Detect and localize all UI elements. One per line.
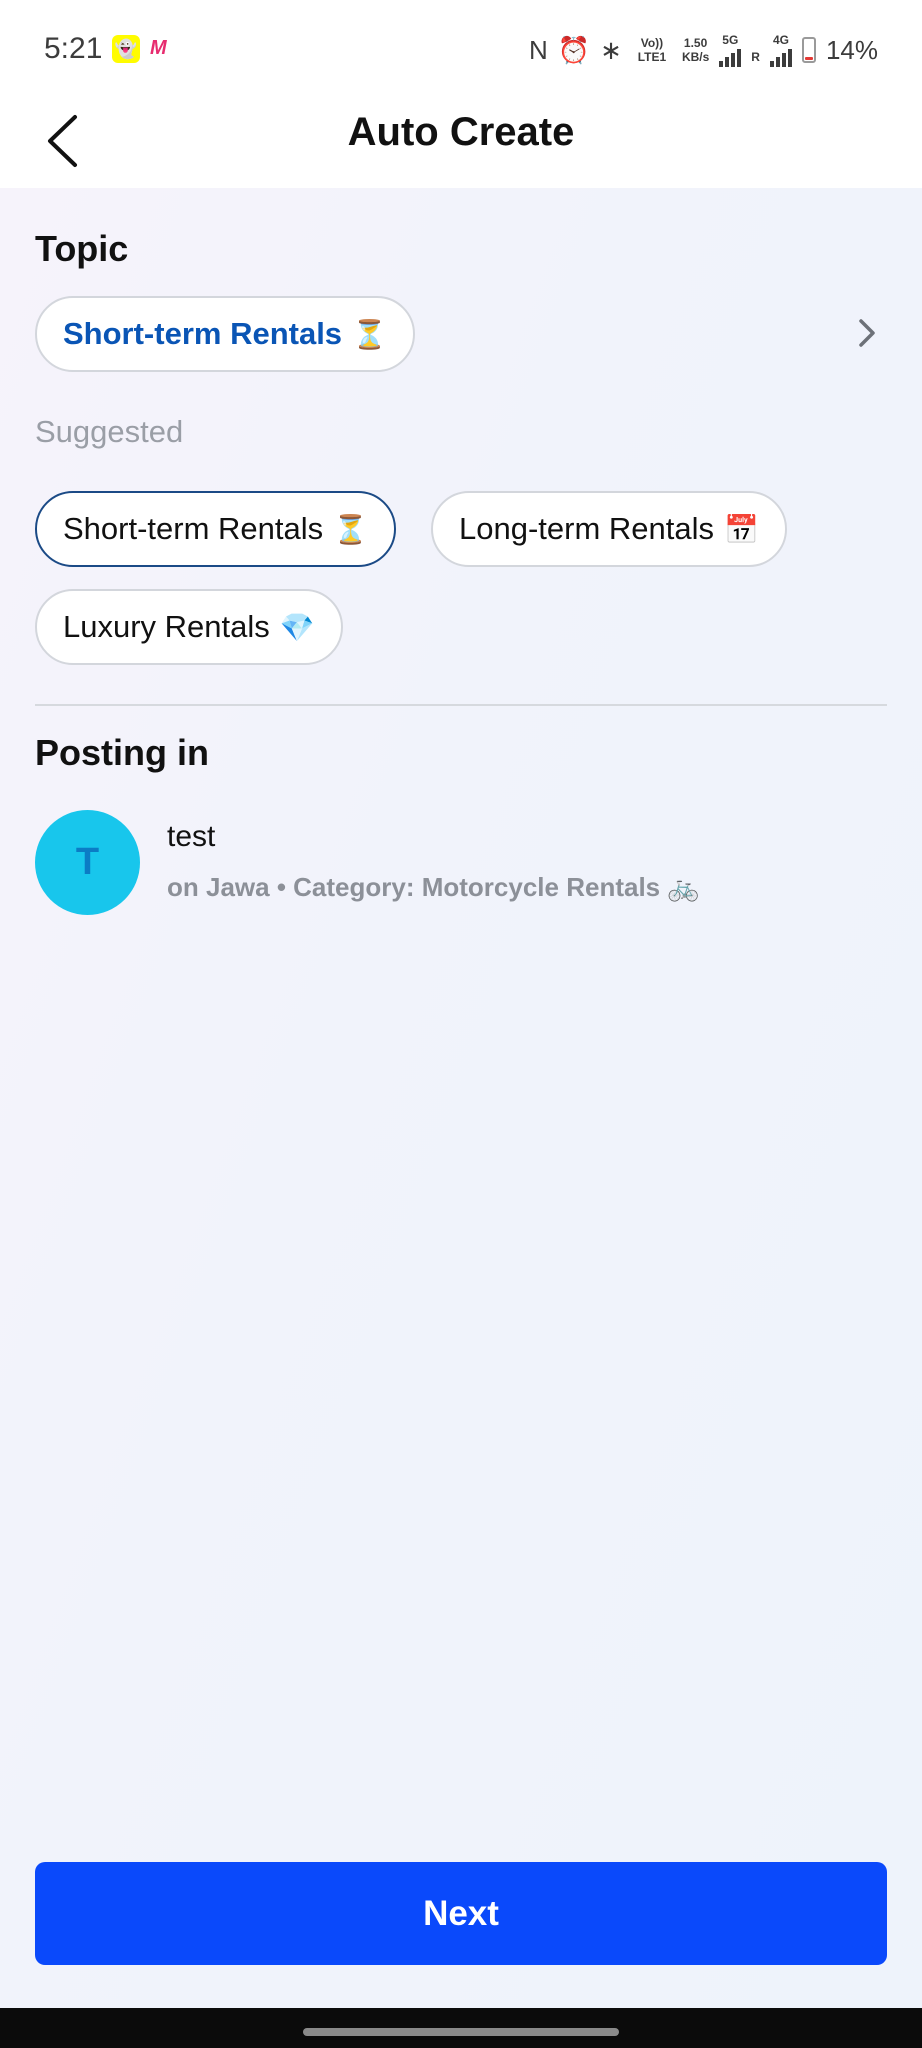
status-icons: N ⏰ ∗ Vo)) LTE1 1.50 KB/s 5G R 4G 14% [529,30,878,70]
battery-percent: 14% [825,34,878,65]
roaming-indicator: R [751,50,760,64]
topic-heading: Topic [35,228,129,269]
status-bar: 5:21 👻 M N ⏰ ∗ Vo)) LTE1 1.50 KB/s 5G R … [0,0,922,96]
posting-in-heading: Posting in [35,732,209,773]
avatar-letter: T [75,841,100,883]
battery-icon [801,37,816,63]
suggested-chip-label: Short-term Rentals [63,511,324,546]
hourglass-icon: ⏳ [333,513,369,545]
selected-topic-label: Short-term Rentals [63,316,343,351]
status-time: 5:21 [44,32,103,65]
home-gesture-handle[interactable] [303,2028,619,2036]
main-content: Topic Short-term Rentals ⏳ Suggested Sho… [0,188,922,2008]
page-title: Auto Create [347,110,575,154]
suggested-chip-label: Long-term Rentals [459,511,715,546]
avatar: T [35,810,140,915]
network-speed-unit: KB/s [681,50,710,64]
app-header: Auto Create [0,96,922,188]
nfc-icon: N [528,35,548,65]
bluetooth-icon: ∗ [600,35,622,65]
gem-icon: 💎 [279,611,315,643]
posting-target-name: test [167,820,216,853]
suggested-chip-label: Luxury Rentals [63,609,270,644]
signal-bars-icon [769,47,792,67]
battery-fill [804,57,813,60]
system-nav-bar [0,2008,922,2048]
calendar-icon: 📅 [724,513,759,545]
suggested-chip-luxury[interactable]: Luxury Rentals 💎 [35,589,343,665]
sim1-label: 5G [722,33,739,47]
suggested-chip-short-term[interactable]: Short-term Rentals ⏳ [35,491,397,567]
suggested-chip-long-term[interactable]: Long-term Rentals 📅 [431,491,787,567]
alarm-icon: ⏰ [557,35,591,65]
network-speed: 1.50 KB/s [682,36,709,64]
hourglass-icon: ⏳ [352,318,387,350]
posting-target-meta: on Jawa • Category: Motorcycle Rentals 🚲 [167,872,700,902]
myntra-icon: M [150,37,167,59]
topic-chevron-button[interactable] [852,313,882,353]
suggested-label: Suggested [35,414,184,449]
sim2-signal: 4G [769,33,792,67]
sim2-label: 4G [772,33,789,47]
snapchat-icon: 👻 [112,35,140,63]
section-divider [35,704,887,706]
chevron-right-icon [859,319,875,347]
network-speed-value: 1.50 [683,36,708,50]
selected-topic-chip[interactable]: Short-term Rentals ⏳ [35,296,415,372]
volte-indicator: Vo)) LTE1 [637,36,667,64]
signal-bars-icon [719,47,742,67]
next-button[interactable]: Next [35,1862,887,1965]
sim1-signal: 5G [719,33,742,67]
